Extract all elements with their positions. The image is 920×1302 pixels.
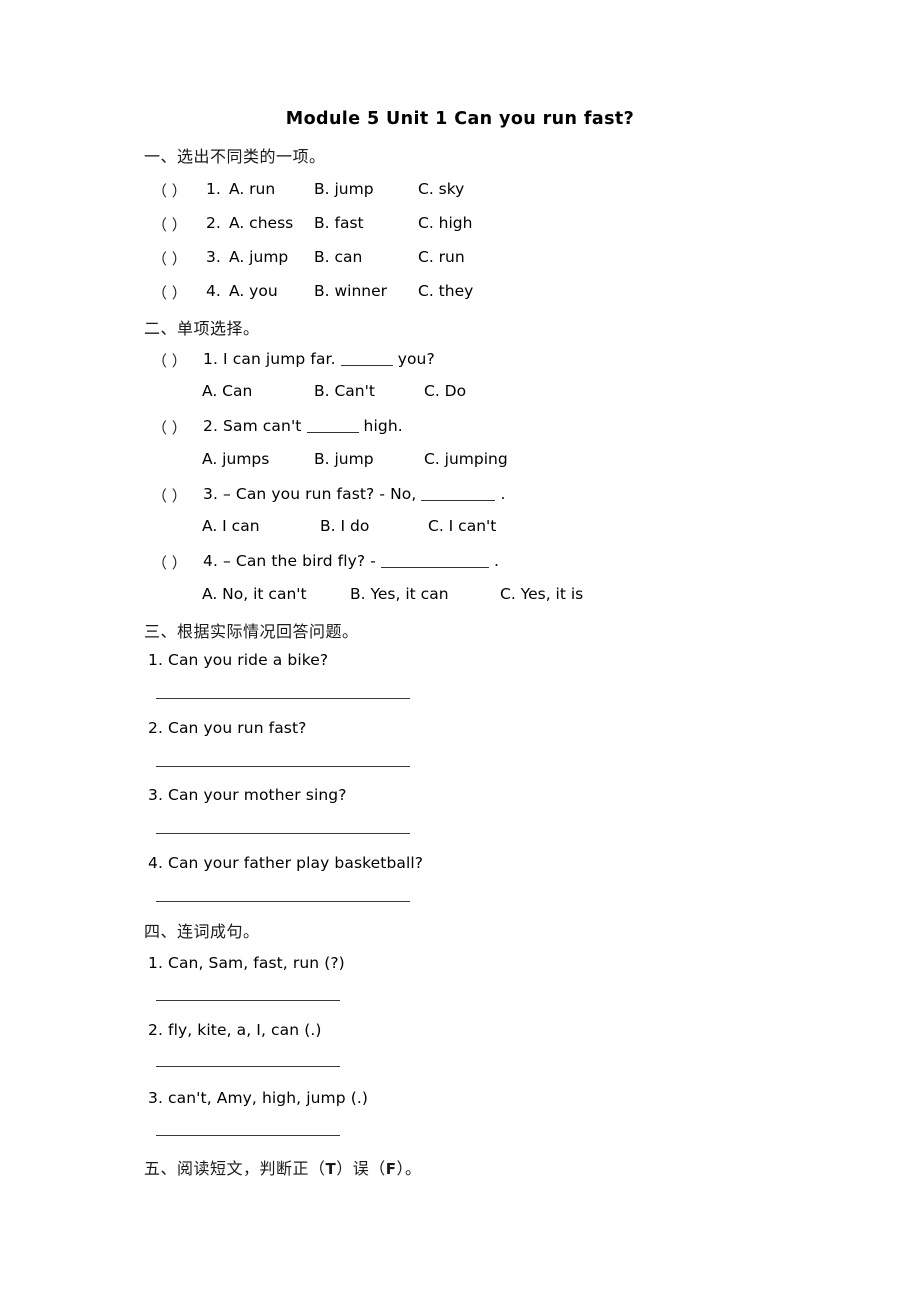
answer-bracket[interactable]: （ ） [152, 350, 187, 371]
question-stem: 1. I can jump far. you? [203, 350, 435, 368]
inline-blank[interactable] [340, 365, 393, 366]
answer-bracket[interactable]: （ ） [152, 214, 187, 235]
question-number: 2. [206, 214, 221, 232]
option-a[interactable]: A. jump [229, 248, 288, 266]
heading-suffix: ）。 [396, 1159, 422, 1178]
word-order-question: 3. can't, Amy, high, jump (.) [148, 1089, 369, 1107]
answer-bracket[interactable]: （ ） [152, 552, 187, 573]
option-a[interactable]: A. No, it can't [202, 585, 307, 603]
word-order-question: 1. Can, Sam, fast, run (?) [148, 954, 345, 972]
option-c[interactable]: C. I can't [428, 517, 496, 535]
option-b[interactable]: B. jump [314, 450, 374, 468]
question-number: 2. [203, 417, 218, 435]
free-response-question: 2. Can you run fast? [148, 719, 307, 737]
question-number: 3. [206, 248, 221, 266]
answer-line[interactable] [156, 833, 410, 834]
inline-blank[interactable] [421, 500, 496, 501]
question-number: 4. [203, 552, 218, 570]
stem-text-before: – Can you run fast? - No, [223, 485, 417, 503]
stem-text-after: high. [363, 417, 403, 435]
heading-middle: ）误（ [336, 1159, 386, 1178]
answer-line[interactable] [156, 1066, 340, 1067]
question-stem: 3. – Can you run fast? - No, . [203, 485, 506, 503]
option-b[interactable]: B. winner [314, 282, 387, 300]
option-b[interactable]: B. Can't [314, 382, 375, 400]
option-b[interactable]: B. fast [314, 214, 364, 232]
free-response-question: 3. Can your mother sing? [148, 786, 347, 804]
option-c[interactable]: C. jumping [424, 450, 508, 468]
true-label: T [325, 1160, 337, 1178]
section-heading-three: 三、根据实际情况回答问题。 [144, 622, 359, 641]
option-b[interactable]: B. Yes, it can [350, 585, 449, 603]
option-c[interactable]: C. Do [424, 382, 466, 400]
question-number: 1. [206, 180, 221, 198]
answer-bracket[interactable]: （ ） [152, 180, 187, 201]
answer-bracket[interactable]: （ ） [152, 485, 187, 506]
option-b[interactable]: B. I do [320, 517, 369, 535]
false-label: F [385, 1160, 397, 1178]
section-heading-five: 五、阅读短文，判断正（T）误（F）。 [144, 1155, 422, 1179]
option-c[interactable]: C. they [418, 282, 473, 300]
question-stem: 2. Sam can't high. [203, 417, 403, 435]
answer-line[interactable] [156, 698, 410, 699]
option-a[interactable]: A. jumps [202, 450, 269, 468]
option-a[interactable]: A. you [229, 282, 278, 300]
question-number: 3. [203, 485, 218, 503]
word-order-question: 2. fly, kite, a, I, can (.) [148, 1021, 322, 1039]
section-heading-one: 一、选出不同类的一项。 [144, 147, 326, 166]
answer-bracket[interactable]: （ ） [152, 248, 187, 269]
option-c[interactable]: C. Yes, it is [500, 585, 583, 603]
inline-blank[interactable] [380, 567, 489, 568]
answer-line[interactable] [156, 1000, 340, 1001]
answer-bracket[interactable]: （ ） [152, 417, 187, 438]
option-a[interactable]: A. I can [202, 517, 260, 535]
question-number: 1. [203, 350, 218, 368]
option-a[interactable]: A. Can [202, 382, 252, 400]
stem-text-after: . [494, 552, 500, 570]
answer-line[interactable] [156, 901, 410, 902]
section-heading-two: 二、单项选择。 [144, 319, 260, 338]
question-stem: 4. – Can the bird fly? - . [203, 552, 499, 570]
answer-bracket[interactable]: （ ） [152, 282, 187, 303]
option-c[interactable]: C. high [418, 214, 472, 232]
stem-text-before: I can jump far. [223, 350, 336, 368]
free-response-question: 4. Can your father play basketball? [148, 854, 424, 872]
option-a[interactable]: A. chess [229, 214, 293, 232]
inline-blank[interactable] [306, 432, 359, 433]
stem-text-before: Sam can't [223, 417, 302, 435]
heading-prefix: 五、阅读短文，判断正（ [144, 1159, 326, 1178]
option-b[interactable]: B. jump [314, 180, 374, 198]
option-b[interactable]: B. can [314, 248, 362, 266]
free-response-question: 1. Can you ride a bike? [148, 651, 329, 669]
option-a[interactable]: A. run [229, 180, 275, 198]
worksheet-page: Module 5 Unit 1 Can you run fast? 一、选出不同… [0, 0, 920, 1302]
stem-text-after: . [500, 485, 506, 503]
answer-line[interactable] [156, 766, 410, 767]
page-title: Module 5 Unit 1 Can you run fast? [285, 109, 635, 129]
question-number: 4. [206, 282, 221, 300]
stem-text-after: you? [397, 350, 435, 368]
option-c[interactable]: C. run [418, 248, 465, 266]
section-heading-four: 四、连词成句。 [144, 922, 260, 941]
option-c[interactable]: C. sky [418, 180, 464, 198]
answer-line[interactable] [156, 1135, 340, 1136]
stem-text-before: – Can the bird fly? - [223, 552, 376, 570]
